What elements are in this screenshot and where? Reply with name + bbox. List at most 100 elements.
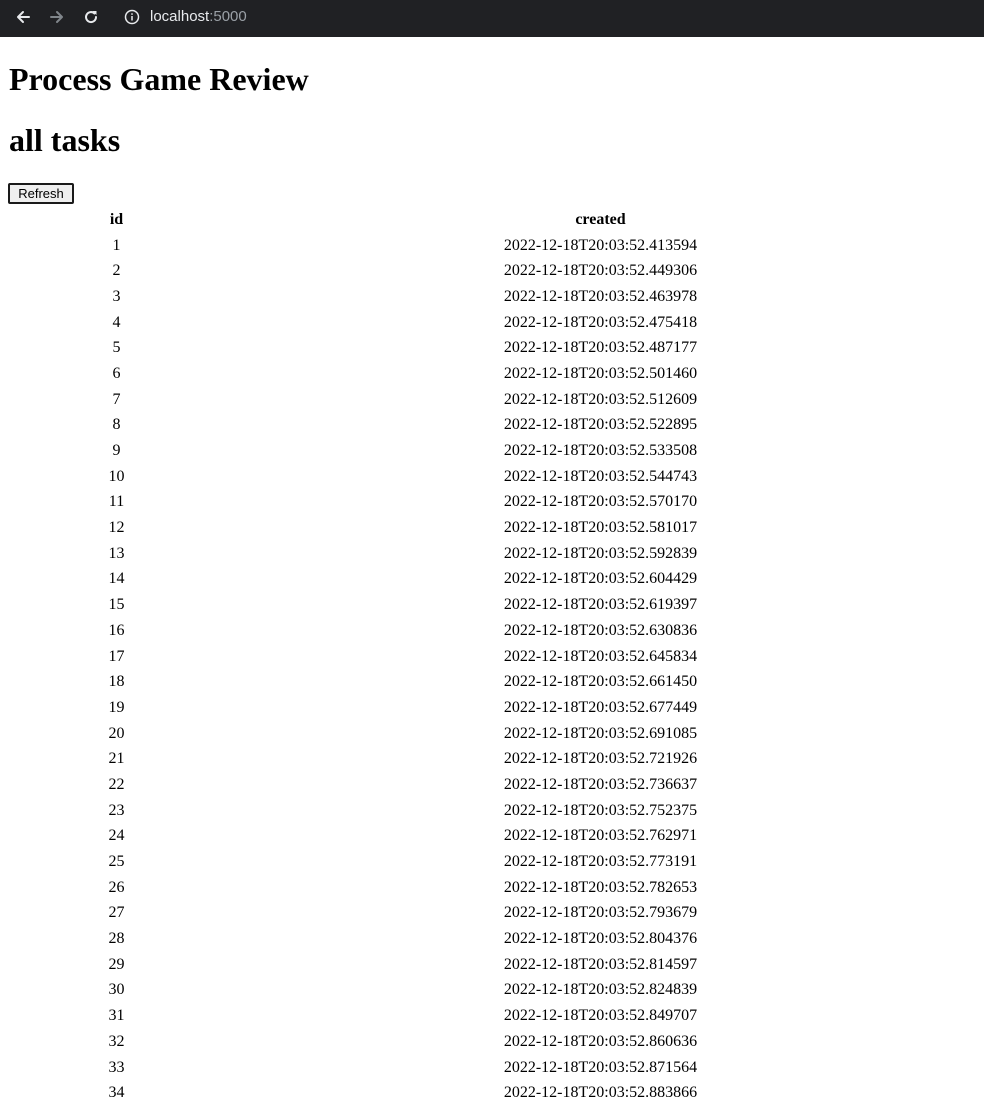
table-row: 21 2022-12-18T20:03:52.721926 [10, 747, 976, 771]
cell-id: 9 [112, 442, 121, 460]
cell-created: 2022-12-18T20:03:52.522895 [503, 416, 698, 434]
cell-id: 15 [108, 596, 125, 614]
cell-id: 8 [112, 416, 121, 434]
cell-created: 2022-12-18T20:03:52.449306 [503, 262, 698, 280]
table-row: 29 2022-12-18T20:03:52.814597 [10, 953, 976, 977]
cell-id: 23 [108, 801, 125, 819]
cell-id: 7 [112, 390, 121, 408]
cell-id: 3 [112, 287, 121, 305]
browser-toolbar: localhost:5000 [0, 0, 984, 37]
table-row: 3 2022-12-18T20:03:52.463978 [10, 285, 976, 309]
table-row: 26 2022-12-18T20:03:52.782653 [10, 876, 976, 900]
cell-id: 34 [108, 1084, 125, 1102]
arrow-left-icon [17, 11, 30, 23]
cell-created: 2022-12-18T20:03:52.463978 [503, 287, 698, 305]
cell-id: 26 [108, 878, 125, 896]
cell-created: 2022-12-18T20:03:52.773191 [503, 853, 698, 871]
forward-button[interactable] [44, 5, 70, 29]
table-row: 28 2022-12-18T20:03:52.804376 [10, 927, 976, 951]
cell-created: 2022-12-18T20:03:52.860636 [503, 1032, 698, 1050]
cell-created: 2022-12-18T20:03:52.793679 [503, 904, 698, 922]
cell-id: 1 [112, 236, 121, 254]
table-row: 1 2022-12-18T20:03:52.413594 [10, 234, 976, 258]
cell-created: 2022-12-18T20:03:52.533508 [503, 442, 698, 460]
cell-created: 2022-12-18T20:03:52.752375 [503, 801, 698, 819]
table-row: 32 2022-12-18T20:03:52.860636 [10, 1030, 976, 1054]
arrow-right-icon [50, 11, 63, 23]
cell-id: 25 [108, 853, 125, 871]
cell-created: 2022-12-18T20:03:52.645834 [503, 647, 698, 665]
cell-created: 2022-12-18T20:03:52.661450 [503, 673, 698, 691]
table-row: 4 2022-12-18T20:03:52.475418 [10, 311, 976, 335]
cell-id: 24 [108, 827, 125, 845]
table-row: 25 2022-12-18T20:03:52.773191 [10, 850, 976, 874]
cell-created: 2022-12-18T20:03:52.762971 [503, 827, 698, 845]
table-row: 19 2022-12-18T20:03:52.677449 [10, 696, 976, 720]
cell-id: 27 [108, 904, 125, 922]
cell-created: 2022-12-18T20:03:52.849707 [503, 1007, 698, 1025]
cell-created: 2022-12-18T20:03:52.413594 [503, 236, 698, 254]
table-row: 18 2022-12-18T20:03:52.661450 [10, 670, 976, 694]
cell-id: 18 [108, 673, 125, 691]
refresh-button[interactable]: Refresh [8, 183, 74, 204]
cell-created: 2022-12-18T20:03:52.487177 [503, 339, 698, 357]
cell-id: 30 [108, 981, 125, 999]
back-button[interactable] [10, 5, 36, 29]
table-row: 2 2022-12-18T20:03:52.449306 [10, 259, 976, 283]
reload-icon [85, 11, 98, 24]
cell-id: 20 [108, 724, 125, 742]
cell-id: 6 [112, 364, 121, 382]
cell-created: 2022-12-18T20:03:52.512609 [503, 390, 698, 408]
cell-id: 11 [108, 493, 125, 511]
cell-id: 16 [108, 621, 125, 639]
cell-created: 2022-12-18T20:03:52.736637 [503, 775, 698, 793]
cell-id: 29 [108, 955, 125, 973]
table-row: 5 2022-12-18T20:03:52.487177 [10, 336, 976, 360]
table-row: 6 2022-12-18T20:03:52.501460 [10, 362, 976, 386]
page-title: Process Game Review [9, 61, 309, 97]
cell-created: 2022-12-18T20:03:52.721926 [503, 750, 698, 768]
cell-created: 2022-12-18T20:03:52.592839 [503, 544, 698, 562]
header-created: created [575, 210, 626, 228]
url-port: :5000 [209, 8, 247, 25]
site-info-icon[interactable] [123, 8, 141, 26]
table-header-row: id created [10, 208, 976, 232]
cell-id: 5 [112, 339, 121, 357]
cell-id: 2 [112, 262, 121, 280]
table-row: 23 2022-12-18T20:03:52.752375 [10, 799, 976, 823]
table-row: 17 2022-12-18T20:03:52.645834 [10, 645, 976, 669]
cell-created: 2022-12-18T20:03:52.475418 [503, 313, 698, 331]
cell-created: 2022-12-18T20:03:52.501460 [503, 364, 698, 382]
table-row: 31 2022-12-18T20:03:52.849707 [10, 1004, 976, 1028]
cell-created: 2022-12-18T20:03:52.883866 [503, 1084, 698, 1102]
table-row: 9 2022-12-18T20:03:52.533508 [10, 439, 976, 463]
table-row: 10 2022-12-18T20:03:52.544743 [10, 465, 976, 489]
cell-id: 10 [108, 467, 125, 485]
cell-id: 31 [108, 1007, 125, 1025]
cell-created: 2022-12-18T20:03:52.677449 [503, 698, 698, 716]
address-bar[interactable]: localhost:5000 [150, 7, 247, 27]
table-row: 12 2022-12-18T20:03:52.581017 [10, 516, 976, 540]
table-row: 24 2022-12-18T20:03:52.762971 [10, 825, 976, 849]
cell-created: 2022-12-18T20:03:52.804376 [503, 930, 698, 948]
table-row: 22 2022-12-18T20:03:52.736637 [10, 773, 976, 797]
table-row: 33 2022-12-18T20:03:52.871564 [10, 1056, 976, 1080]
cell-created: 2022-12-18T20:03:52.544743 [503, 467, 698, 485]
url-host: localhost [150, 8, 210, 25]
section-title: all tasks [9, 122, 121, 158]
table-row: 30 2022-12-18T20:03:52.824839 [10, 979, 976, 1003]
cell-created: 2022-12-18T20:03:52.691085 [503, 724, 698, 742]
table-row: 15 2022-12-18T20:03:52.619397 [10, 593, 976, 617]
reload-button[interactable] [78, 5, 104, 29]
table-row: 11 2022-12-18T20:03:52.570170 [10, 491, 976, 515]
cell-created: 2022-12-18T20:03:52.871564 [503, 1058, 698, 1076]
table-row: 8 2022-12-18T20:03:52.522895 [10, 414, 976, 438]
table-row: 13 2022-12-18T20:03:52.592839 [10, 542, 976, 566]
cell-id: 19 [108, 698, 125, 716]
table-row: 16 2022-12-18T20:03:52.630836 [10, 619, 976, 643]
table-row: 27 2022-12-18T20:03:52.793679 [10, 902, 976, 926]
cell-id: 22 [108, 775, 125, 793]
cell-id: 13 [108, 544, 125, 562]
table-row: 14 2022-12-18T20:03:52.604429 [10, 568, 976, 592]
cell-id: 21 [108, 750, 125, 768]
